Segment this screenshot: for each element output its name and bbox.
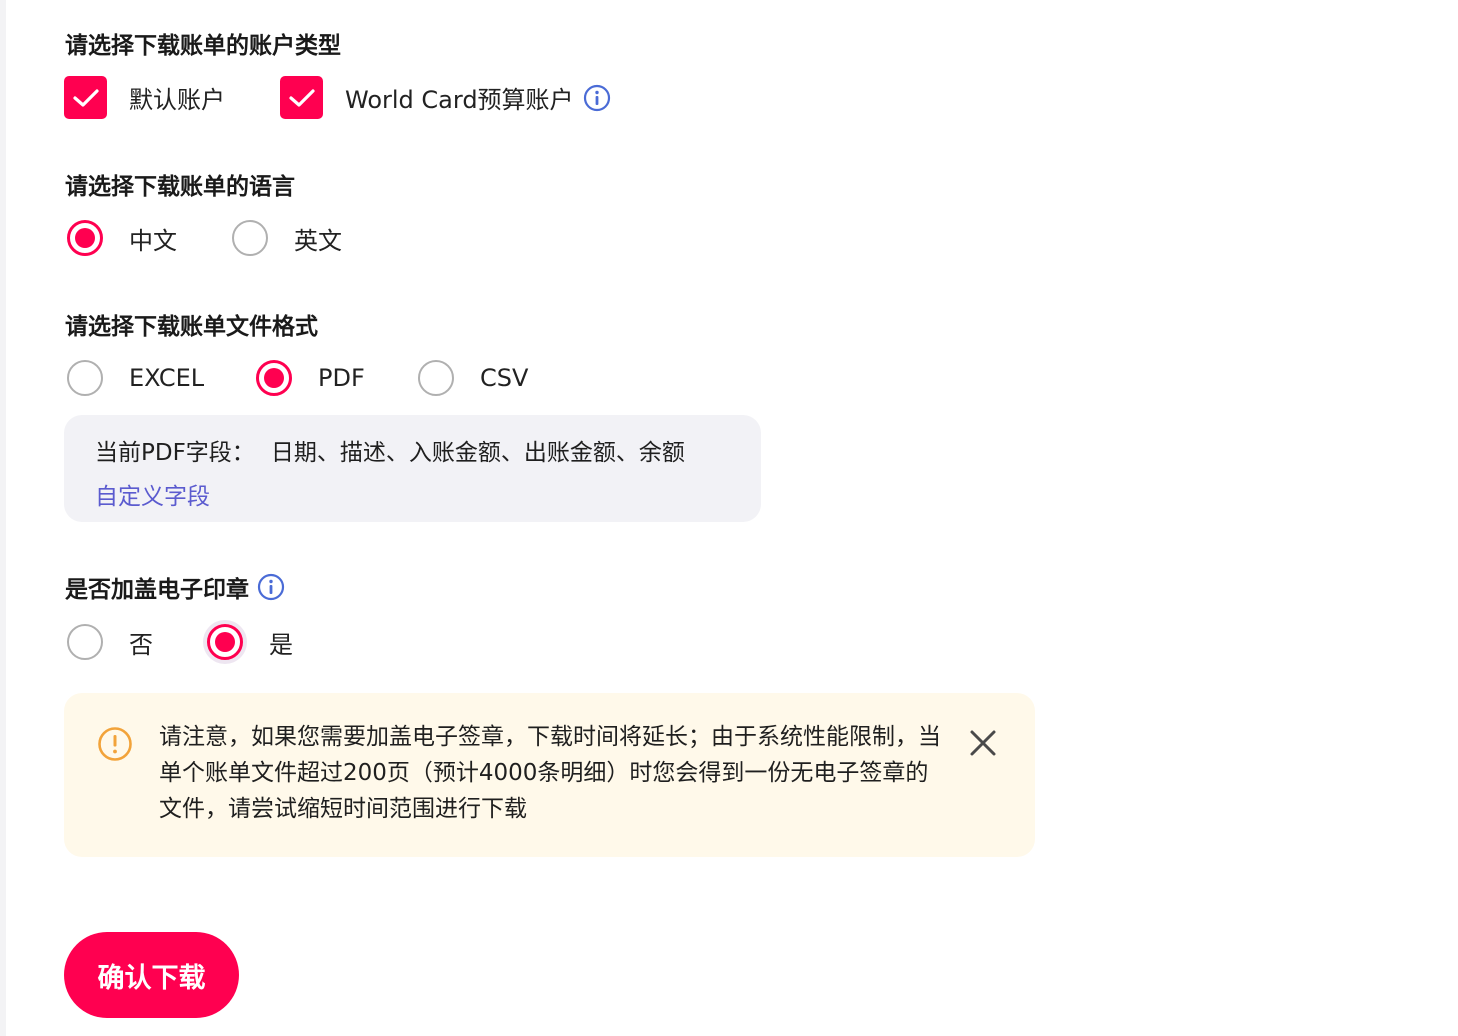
language-title: 请选择下载账单的语言 [65,167,295,201]
radio-label: CSV [480,364,529,392]
warning-icon [97,726,133,762]
radio-unselected-icon[interactable] [418,360,454,396]
checkbox-label: World Card预算账户 [345,86,574,114]
confirm-download-button[interactable]: 确认下载 [64,932,239,1018]
checkbox-default-account[interactable]: 默认账户 [64,76,225,119]
radio-language-english[interactable]: 英文 [232,220,342,256]
pdf-fields-list: 日期、描述、入账金额、出账金额、余额 [270,440,685,466]
radio-seal-yes[interactable]: 是 [207,624,293,660]
checkbox-world-card-budget-account[interactable]: World Card预算账户 [280,76,611,119]
pdf-fields-box: 当前PDF字段： 日期、描述、入账金额、出账金额、余额 自定义字段 [64,415,761,522]
radio-label: PDF [318,364,365,392]
radio-label: 中文 [129,226,177,255]
content-left-border [0,0,6,1036]
electronic-seal-title-text: 是否加盖电子印章 [65,577,249,603]
radio-label: 否 [129,630,153,659]
radio-format-pdf[interactable]: PDF [256,360,365,396]
pdf-fields-prefix: 当前PDF字段： [95,440,255,466]
customize-fields-link[interactable]: 自定义字段 [95,477,210,511]
info-icon[interactable] [583,84,611,112]
radio-selected-icon[interactable] [67,220,103,256]
checkbox-checked-icon[interactable] [64,76,107,119]
file-format-title-text: 请选择下载账单文件格式 [65,314,318,340]
radio-unselected-icon[interactable] [67,360,103,396]
radio-label: 英文 [294,226,342,255]
radio-seal-no[interactable]: 否 [67,624,153,660]
info-icon[interactable] [257,573,285,601]
radio-selected-icon[interactable] [256,360,292,396]
radio-format-excel[interactable]: EXCEL [67,360,204,396]
radio-selected-icon[interactable] [207,624,243,660]
seal-notice-banner: 请注意，如果您需要加盖电子签章，下载时间将延长；由于系统性能限制，当单个账单文件… [64,693,1035,857]
pdf-fields-row: 当前PDF字段： 日期、描述、入账金额、出账金额、余额 [95,433,761,467]
account-type-title-text: 请选择下载账单的账户类型 [65,33,341,59]
radio-unselected-icon[interactable] [67,624,103,660]
radio-language-chinese[interactable]: 中文 [67,220,177,256]
close-icon[interactable] [966,726,1000,760]
file-format-title: 请选择下载账单文件格式 [65,307,318,341]
language-title-text: 请选择下载账单的语言 [65,174,295,200]
account-type-title: 请选择下载账单的账户类型 [65,26,341,60]
radio-format-csv[interactable]: CSV [418,360,528,396]
radio-label: 是 [269,630,293,659]
radio-unselected-icon[interactable] [232,220,268,256]
checkbox-label: 默认账户 [129,86,225,114]
radio-label: EXCEL [129,364,205,392]
electronic-seal-title: 是否加盖电子印章 [65,570,285,604]
checkbox-checked-icon[interactable] [280,76,323,119]
notice-text: 请注意，如果您需要加盖电子签章，下载时间将延长；由于系统性能限制，当单个账单文件… [159,724,941,822]
